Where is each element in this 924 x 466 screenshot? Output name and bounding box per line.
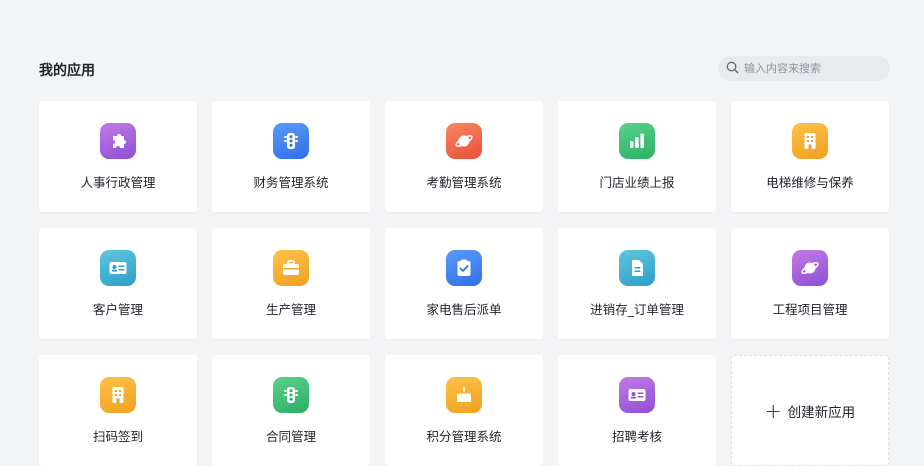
app-card[interactable]: 客户管理 <box>39 228 197 339</box>
app-card[interactable]: 进销存_订单管理 <box>558 228 716 339</box>
id-card-icon <box>619 377 655 413</box>
app-label: 生产管理 <box>265 302 316 317</box>
app-label: 积分管理系统 <box>426 429 502 444</box>
app-card[interactable]: 财务管理系统 <box>212 101 370 212</box>
planet-icon <box>446 123 482 159</box>
planet-icon <box>792 250 828 286</box>
app-label: 财务管理系统 <box>253 175 329 190</box>
id-card-icon <box>100 250 136 286</box>
create-app-button[interactable]: + 创建新应用 <box>731 355 889 466</box>
traffic-light-icon <box>273 123 309 159</box>
app-card[interactable]: 家电售后派单 <box>385 228 543 339</box>
plus-icon: + <box>764 398 782 423</box>
app-card[interactable]: 人事行政管理 <box>39 101 197 212</box>
app-label: 客户管理 <box>92 302 143 317</box>
app-card[interactable]: 扫码签到 <box>39 355 197 466</box>
app-label: 招聘考核 <box>611 429 662 444</box>
bar-chart-icon <box>619 123 655 159</box>
puzzle-icon <box>100 123 136 159</box>
clipboard-check-icon <box>446 250 482 286</box>
app-label: 家电售后派单 <box>426 302 502 317</box>
page-title: 我的应用 <box>39 63 95 79</box>
app-card[interactable]: 考勤管理系统 <box>385 101 543 212</box>
search-box[interactable] <box>718 56 890 81</box>
app-grid: 人事行政管理 财务管理系统 考勤管理系统 门店业绩上报 电梯维修与保养客户管理 生产管理 家… <box>39 101 889 466</box>
app-card[interactable]: 门店业绩上报 <box>558 101 716 212</box>
app-card[interactable]: 积分管理系统 <box>385 355 543 466</box>
app-label: 工程项目管理 <box>772 302 848 317</box>
app-card[interactable]: 生产管理 <box>212 228 370 339</box>
search-input[interactable] <box>744 62 874 75</box>
app-card[interactable]: 电梯维修与保养 <box>731 101 889 212</box>
create-app-label: 创建新应用 <box>787 404 856 421</box>
header: 我的应用 <box>39 56 890 82</box>
app-label: 合同管理 <box>265 429 316 444</box>
traffic-light-icon <box>273 377 309 413</box>
app-card[interactable]: 合同管理 <box>212 355 370 466</box>
search-icon <box>726 59 739 78</box>
app-label: 门店业绩上报 <box>599 175 675 190</box>
building-icon <box>100 377 136 413</box>
app-label: 扫码签到 <box>92 429 143 444</box>
app-label: 电梯维修与保养 <box>766 175 854 190</box>
app-card[interactable]: 工程项目管理 <box>731 228 889 339</box>
app-card[interactable]: 招聘考核 <box>558 355 716 466</box>
app-label: 人事行政管理 <box>80 175 156 190</box>
building-icon <box>792 123 828 159</box>
briefcase-icon <box>273 250 309 286</box>
cake-icon <box>446 377 482 413</box>
app-label: 考勤管理系统 <box>426 175 502 190</box>
app-label: 进销存_订单管理 <box>590 302 684 317</box>
document-icon <box>619 250 655 286</box>
